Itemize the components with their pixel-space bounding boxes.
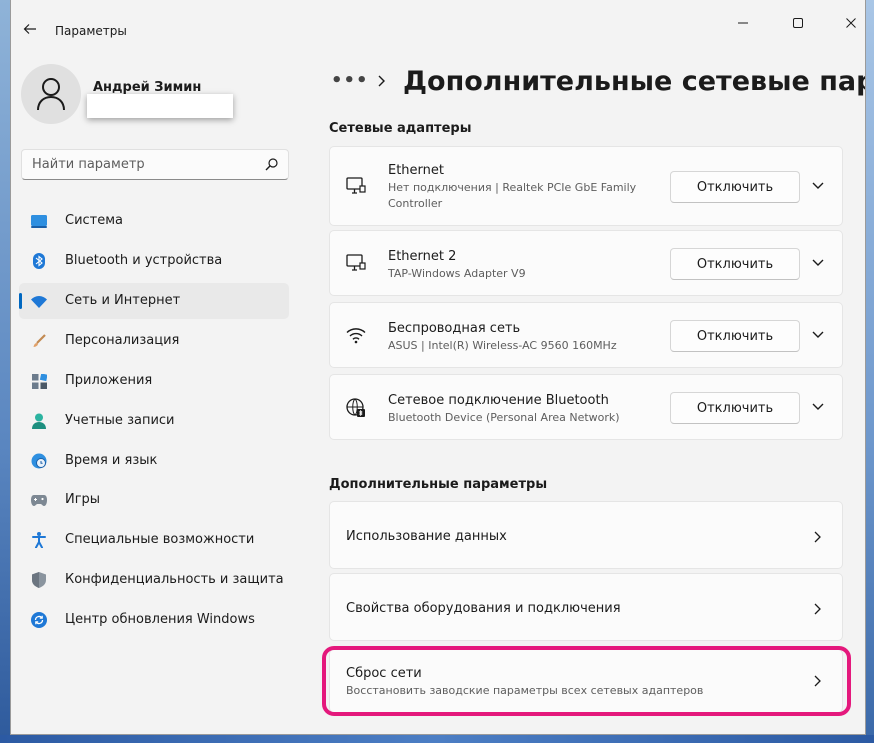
- back-button[interactable]: [17, 16, 43, 42]
- avatar[interactable]: [21, 64, 81, 124]
- back-arrow-icon: [23, 24, 36, 34]
- user-name: Андрей Зимин: [93, 80, 202, 95]
- sidebar-item-label: Игры: [65, 492, 101, 507]
- user-icon: [37, 78, 65, 111]
- maximize-button[interactable]: [776, 8, 820, 38]
- brush-icon: [31, 333, 47, 349]
- link-label: Использование данных: [346, 529, 507, 544]
- maximize-icon: [793, 18, 803, 28]
- disconnect-button[interactable]: Отключить: [670, 248, 800, 280]
- adapter-name: Беспроводная сеть: [388, 321, 521, 336]
- sidebar-item-label: Учетные записи: [65, 413, 175, 428]
- selection-indicator: [19, 293, 22, 309]
- desktop-wallpaper-left: [0, 0, 10, 743]
- sidebar-item-label: Bluetooth и устройства: [65, 253, 223, 268]
- adapter-description: Bluetooth Device (Personal Area Network): [388, 411, 620, 424]
- sidebar-item-apps[interactable]: Приложения: [19, 363, 289, 399]
- adapter-description: TAP-Windows Adapter V9: [388, 267, 526, 280]
- sidebar-item-system[interactable]: Система: [19, 203, 289, 239]
- adapter-description: ASUS | Intel(R) Wireless-AC 9560 160MHz: [388, 339, 617, 352]
- minimize-button[interactable]: [721, 8, 765, 38]
- desktop-wallpaper-right: [866, 0, 874, 743]
- sidebar-item-accessibility[interactable]: Специальные возможности: [19, 522, 289, 558]
- sidebar-item-label: Персонализация: [65, 333, 180, 348]
- adapter-card-ethernet[interactable]: Ethernet Нет подключения | Realtek PCIe …: [329, 146, 843, 226]
- highlight-annotation: [322, 646, 851, 716]
- chevron-down-icon[interactable]: [811, 258, 825, 268]
- title-bar: Параметры: [11, 0, 865, 46]
- close-icon: [846, 18, 856, 28]
- disconnect-button[interactable]: Отключить: [670, 320, 800, 352]
- apps-icon: [31, 373, 47, 389]
- sidebar-item-label: Центр обновления Windows: [65, 612, 255, 627]
- sidebar-item-windows-update[interactable]: Центр обновления Windows: [19, 602, 289, 638]
- globe-clock-icon: [31, 453, 47, 469]
- search-box[interactable]: [21, 149, 289, 180]
- page-title: Дополнительные сетевые парамет: [403, 66, 865, 97]
- bluetooth-icon: [31, 253, 47, 269]
- link-label: Свойства оборудования и подключения: [346, 601, 621, 616]
- gamepad-icon: [31, 492, 47, 508]
- ethernet-icon: [346, 254, 366, 271]
- sidebar-item-label: Специальные возможности: [65, 532, 255, 547]
- search-input[interactable]: [22, 150, 252, 179]
- adapter-name: Сетевое подключение Bluetooth: [388, 393, 609, 408]
- chevron-down-icon[interactable]: [811, 330, 825, 340]
- chevron-right-icon: [378, 75, 385, 87]
- sidebar-item-accounts[interactable]: Учетные записи: [19, 403, 289, 439]
- sidebar-item-label: Время и язык: [65, 453, 158, 468]
- redaction-box: [87, 94, 233, 118]
- chevron-down-icon[interactable]: [811, 181, 825, 191]
- chevron-right-icon: [814, 603, 821, 615]
- wifi-network-icon: [31, 293, 47, 309]
- accessibility-icon: [31, 532, 47, 548]
- adapter-name: Ethernet: [388, 163, 444, 178]
- section-title-more-settings: Дополнительные параметры: [329, 477, 548, 492]
- sidebar-item-network[interactable]: Сеть и Интернет: [19, 283, 289, 319]
- settings-window: Параметры Андрей Зимин Найти параметр Си…: [10, 0, 866, 735]
- adapter-card-bluetooth[interactable]: Сетевое подключение Bluetooth Bluetooth …: [329, 374, 843, 440]
- disconnect-button[interactable]: Отключить: [670, 392, 800, 424]
- bluetooth-network-icon: [346, 398, 365, 417]
- system-display-icon: [31, 213, 47, 229]
- close-button[interactable]: [829, 8, 865, 38]
- sidebar-item-label: Система: [65, 213, 124, 228]
- shield-icon: [31, 572, 47, 588]
- link-data-usage[interactable]: Использование данных: [329, 501, 843, 569]
- adapter-card-wireless[interactable]: Беспроводная сеть ASUS | Intel(R) Wirele…: [329, 302, 843, 368]
- disconnect-button[interactable]: Отключить: [670, 171, 800, 203]
- wifi-icon: [346, 328, 366, 344]
- search-icon[interactable]: [265, 158, 278, 171]
- adapter-card-ethernet-2[interactable]: Ethernet 2 TAP-Windows Adapter V9 Отключ…: [329, 230, 843, 296]
- sidebar-item-privacy[interactable]: Конфиденциальность и защита: [19, 562, 289, 598]
- chevron-down-icon[interactable]: [811, 402, 825, 412]
- account-icon: [31, 413, 47, 429]
- sidebar-item-bluetooth[interactable]: Bluetooth и устройства: [19, 243, 289, 279]
- chevron-right-icon: [814, 531, 821, 543]
- sidebar-item-gaming[interactable]: Игры: [19, 482, 289, 518]
- sidebar-item-label: Сеть и Интернет: [65, 293, 181, 308]
- minimize-icon: [738, 22, 748, 24]
- link-hardware-properties[interactable]: Свойства оборудования и подключения: [329, 573, 843, 641]
- windows-update-icon: [31, 612, 47, 628]
- adapter-description: Нет подключения | Realtek PCIe GbE Famil…: [388, 181, 637, 210]
- adapter-name: Ethernet 2: [388, 249, 457, 264]
- sidebar-item-label: Конфиденциальность и защита: [65, 572, 284, 587]
- app-title: Параметры: [55, 24, 127, 38]
- section-title-adapters: Сетевые адаптеры: [329, 121, 472, 136]
- sidebar-item-label: Приложения: [65, 373, 153, 388]
- sidebar-item-personalization[interactable]: Персонализация: [19, 323, 289, 359]
- ethernet-icon: [346, 177, 366, 194]
- breadcrumb-overflow[interactable]: •••: [331, 70, 369, 91]
- sidebar-item-time-language[interactable]: Время и язык: [19, 443, 289, 479]
- desktop-wallpaper-bottom: [0, 735, 874, 743]
